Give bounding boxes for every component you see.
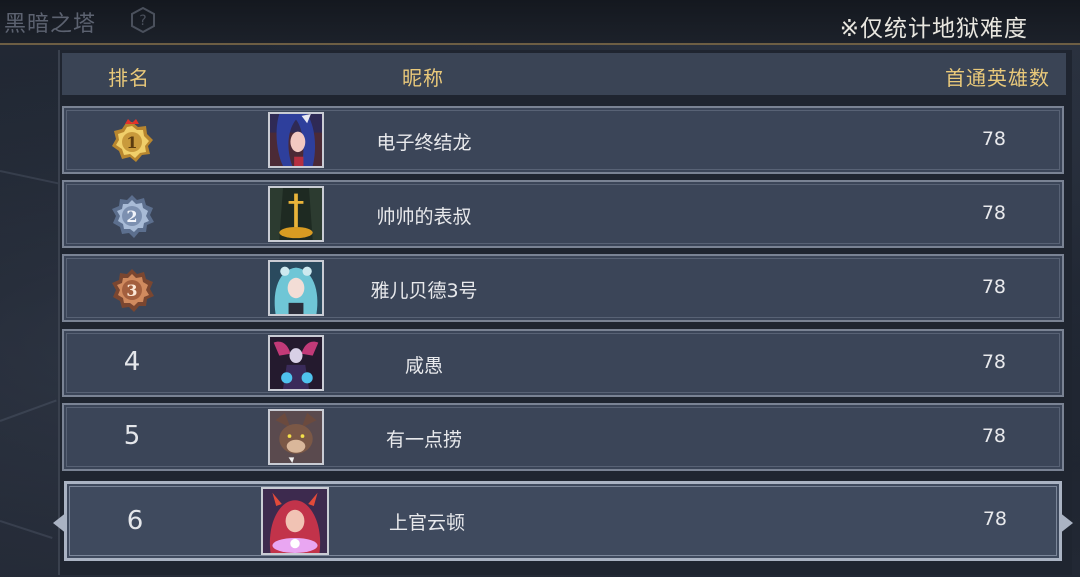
player-nickname: 电子终结龙 [376,132,472,154]
first-clear-count: 78 [981,425,1006,447]
hell-difficulty-notice: ※仅统计地狱难度 [839,16,1028,42]
player-nickname: 雅儿贝德3号 [370,280,478,302]
player-avatar [268,260,324,316]
help-icon[interactable]: ? [130,7,156,33]
nickname-column-header: 昵称 [402,66,444,90]
player-avatar [268,186,324,242]
divider [0,43,1080,45]
first-clear-heroes-column-header: 首通英雄数 [945,66,1050,90]
player-avatar [268,112,324,168]
row-frame [69,486,1057,556]
row-frame [66,184,1060,244]
player-avatar [261,487,329,555]
top-bar: 黑暗之塔 ? ※仅统计地狱难度 [0,0,1080,43]
row-frame [66,407,1060,467]
bronze-medal-icon: 3 [112,269,154,312]
gold-medal-icon: 1 [112,119,153,162]
player-avatar [268,335,324,391]
leaderboard-row-current-player[interactable]: 6 上官云顿 78 [53,481,1062,561]
rank-number: 4 [123,347,141,377]
first-clear-count: 78 [981,276,1006,298]
first-clear-count: 78 [981,202,1006,224]
leaderboard-header: 排名 昵称 首通英雄数 [62,53,1066,95]
row-frame [66,258,1060,318]
player-nickname: 有一点捞 [385,429,462,451]
leaderboard-row[interactable]: 5 有一点捞 78 [62,403,1064,471]
first-clear-count: 78 [981,128,1006,150]
player-nickname: 帅帅的表叔 [376,206,472,228]
window-title: 黑暗之塔 [4,12,97,37]
player-nickname: 上官云顿 [388,512,465,534]
first-clear-count: 78 [981,351,1006,373]
player-avatar [268,409,324,465]
row-frame [66,110,1060,170]
rank-2-label: 2 [126,207,137,226]
rank-3-label: 3 [126,281,137,300]
leaderboard-row[interactable]: 3 雅儿贝德3号 78 [62,254,1064,322]
first-clear-count: 78 [982,508,1007,530]
rank-column-header: 排名 [108,66,150,90]
silver-medal-icon: 2 [112,195,154,238]
leaderboard-row[interactable]: 1 电子终结龙 78 [62,106,1064,174]
row-frame [66,333,1060,393]
rank-number: 6 [126,506,144,536]
leaderboard-row[interactable]: 4 咸愚 78 [62,329,1064,397]
rank-1-label: 1 [126,133,137,152]
rank-number: 5 [123,421,141,451]
player-nickname: 咸愚 [404,355,443,377]
leaderboard-row[interactable]: 2 帅帅的表叔 78 [62,180,1064,248]
svg-text:?: ? [139,13,146,29]
